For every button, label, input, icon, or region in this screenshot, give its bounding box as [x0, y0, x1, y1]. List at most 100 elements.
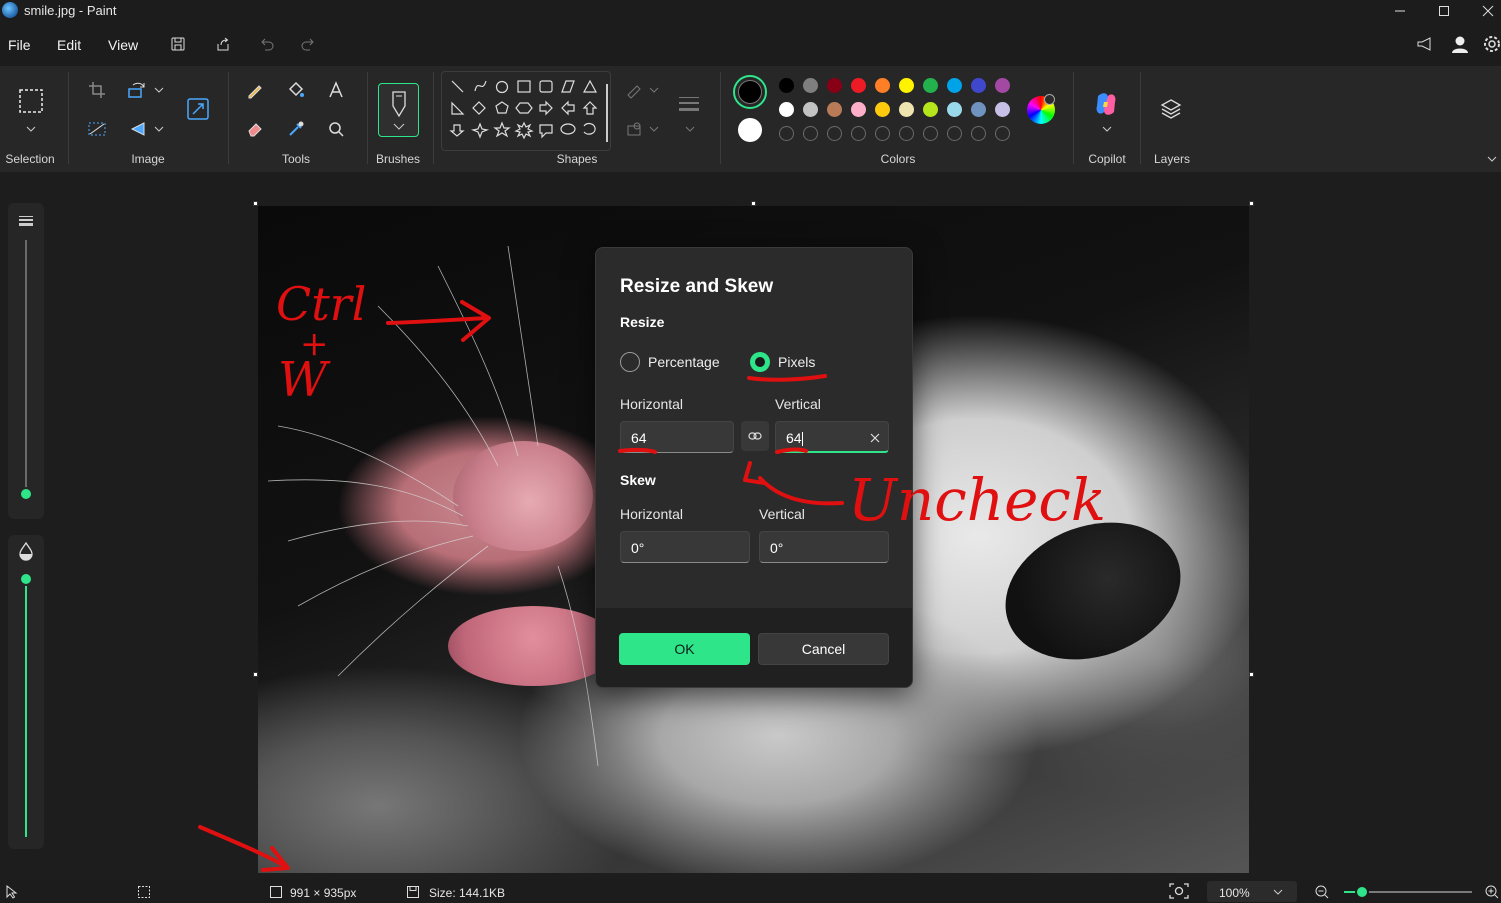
menu-edit[interactable]: Edit: [57, 37, 81, 53]
resize-handle[interactable]: [253, 201, 258, 206]
color-swatch[interactable]: [875, 78, 890, 93]
settings-button[interactable]: [1481, 33, 1501, 55]
color-swatch[interactable]: [779, 78, 794, 93]
color-swatch[interactable]: [875, 102, 890, 117]
group-label-copilot: Copilot: [1088, 152, 1126, 166]
custom-color-slot[interactable]: [971, 126, 986, 141]
line-width-button[interactable]: [676, 91, 702, 117]
menu-view[interactable]: View: [108, 37, 138, 53]
close-button[interactable]: [1466, 0, 1501, 22]
custom-color-slot[interactable]: [875, 126, 890, 141]
flip-button[interactable]: [124, 116, 150, 142]
custom-color-slot[interactable]: [851, 126, 866, 141]
color-swatch[interactable]: [851, 78, 866, 93]
color-swatch[interactable]: [971, 78, 986, 93]
account-button[interactable]: [1449, 33, 1471, 55]
redo-button[interactable]: [297, 33, 319, 55]
custom-color-slot[interactable]: [779, 126, 794, 141]
color-swatch[interactable]: [827, 78, 842, 93]
share-button[interactable]: [212, 33, 234, 55]
remove-background-button[interactable]: [84, 116, 110, 142]
zoom-slider[interactable]: [1342, 884, 1474, 900]
color-swatch[interactable]: [899, 102, 914, 117]
resize-handle[interactable]: [253, 672, 258, 677]
color-swatch[interactable]: [803, 102, 818, 117]
feedback-button[interactable]: [1414, 33, 1436, 55]
resize-handle[interactable]: [1249, 201, 1254, 206]
fit-to-window-button[interactable]: [1167, 881, 1193, 901]
custom-color-slot[interactable]: [803, 126, 818, 141]
ribbon-collapse-button[interactable]: [1484, 146, 1500, 172]
undo-button[interactable]: [256, 33, 278, 55]
percentage-radio[interactable]: [620, 352, 640, 372]
color-swatch[interactable]: [827, 102, 842, 117]
color-picker-tool[interactable]: [283, 116, 309, 142]
secondary-color-button[interactable]: [738, 118, 762, 142]
color-swatch[interactable]: [923, 102, 938, 117]
copilot-dropdown[interactable]: [1094, 116, 1120, 142]
magnifier-tool[interactable]: [323, 116, 349, 142]
color-swatch[interactable]: [851, 102, 866, 117]
pencil-tool[interactable]: [242, 77, 268, 103]
color-swatch[interactable]: [779, 102, 794, 117]
color-swatch[interactable]: [995, 102, 1010, 117]
color-swatch[interactable]: [899, 78, 914, 93]
line-weight-icon: [19, 216, 33, 226]
color-swatch[interactable]: [947, 102, 962, 117]
shape-fill-button[interactable]: [621, 116, 647, 142]
percentage-label[interactable]: Percentage: [648, 354, 720, 370]
resize-handle[interactable]: [1249, 672, 1254, 677]
resize-handle[interactable]: [751, 201, 756, 206]
resize-horizontal-input[interactable]: 64: [620, 421, 734, 453]
eraser-tool[interactable]: [242, 116, 268, 142]
resize-vertical-input[interactable]: 64: [775, 421, 889, 453]
resize-section-title: Resize: [620, 314, 665, 330]
shapes-gallery[interactable]: [441, 71, 611, 151]
rotate-dropdown[interactable]: [150, 77, 168, 103]
custom-color-slot[interactable]: [827, 126, 842, 141]
color-swatch[interactable]: [971, 102, 986, 117]
custom-color-slot[interactable]: [899, 126, 914, 141]
custom-color-slot[interactable]: [923, 126, 938, 141]
custom-color-slot[interactable]: [995, 126, 1010, 141]
shape-outline-button[interactable]: [621, 77, 647, 103]
color-swatch[interactable]: [995, 78, 1010, 93]
rotate-button[interactable]: [124, 77, 150, 103]
zoom-out-button[interactable]: [1314, 884, 1330, 900]
aspect-ratio-lock-button[interactable]: [741, 421, 769, 451]
color-swatch[interactable]: [923, 78, 938, 93]
resize-icon: [187, 98, 209, 120]
custom-color-slot[interactable]: [947, 126, 962, 141]
pixels-radio[interactable]: [750, 352, 770, 372]
zoom-in-button[interactable]: [1484, 884, 1500, 900]
ok-button[interactable]: OK: [619, 633, 750, 665]
cancel-button[interactable]: Cancel: [758, 633, 889, 665]
color-swatch[interactable]: [803, 78, 818, 93]
brushes-button[interactable]: [378, 83, 419, 137]
resize-button[interactable]: [185, 96, 211, 122]
pixels-label[interactable]: Pixels: [778, 354, 815, 370]
outline-dropdown[interactable]: [645, 77, 663, 103]
flip-dropdown[interactable]: [150, 116, 168, 142]
share-icon: [217, 37, 229, 51]
zoom-select[interactable]: 100%: [1207, 881, 1297, 902]
layers-button[interactable]: [1158, 96, 1184, 122]
color-swatch[interactable]: [947, 78, 962, 93]
save-button[interactable]: [167, 33, 189, 55]
edit-colors-button[interactable]: [1027, 94, 1055, 124]
primary-color-button[interactable]: [733, 75, 767, 109]
skew-vertical-input[interactable]: 0°: [759, 531, 889, 563]
skew-horizontal-input[interactable]: 0°: [620, 531, 750, 563]
fill-tool[interactable]: [283, 77, 309, 103]
minimize-button[interactable]: [1378, 0, 1422, 22]
crop-button[interactable]: [84, 77, 110, 103]
selection-tool[interactable]: [17, 87, 45, 115]
menu-file[interactable]: File: [8, 37, 31, 53]
line-width-dropdown[interactable]: [677, 116, 703, 142]
clear-input-button[interactable]: [870, 430, 880, 446]
selection-dropdown[interactable]: [18, 116, 44, 142]
text-tool[interactable]: [323, 77, 349, 103]
fill-dropdown[interactable]: [645, 116, 663, 142]
copilot-button[interactable]: [1092, 90, 1120, 118]
maximize-button[interactable]: [1422, 0, 1466, 22]
